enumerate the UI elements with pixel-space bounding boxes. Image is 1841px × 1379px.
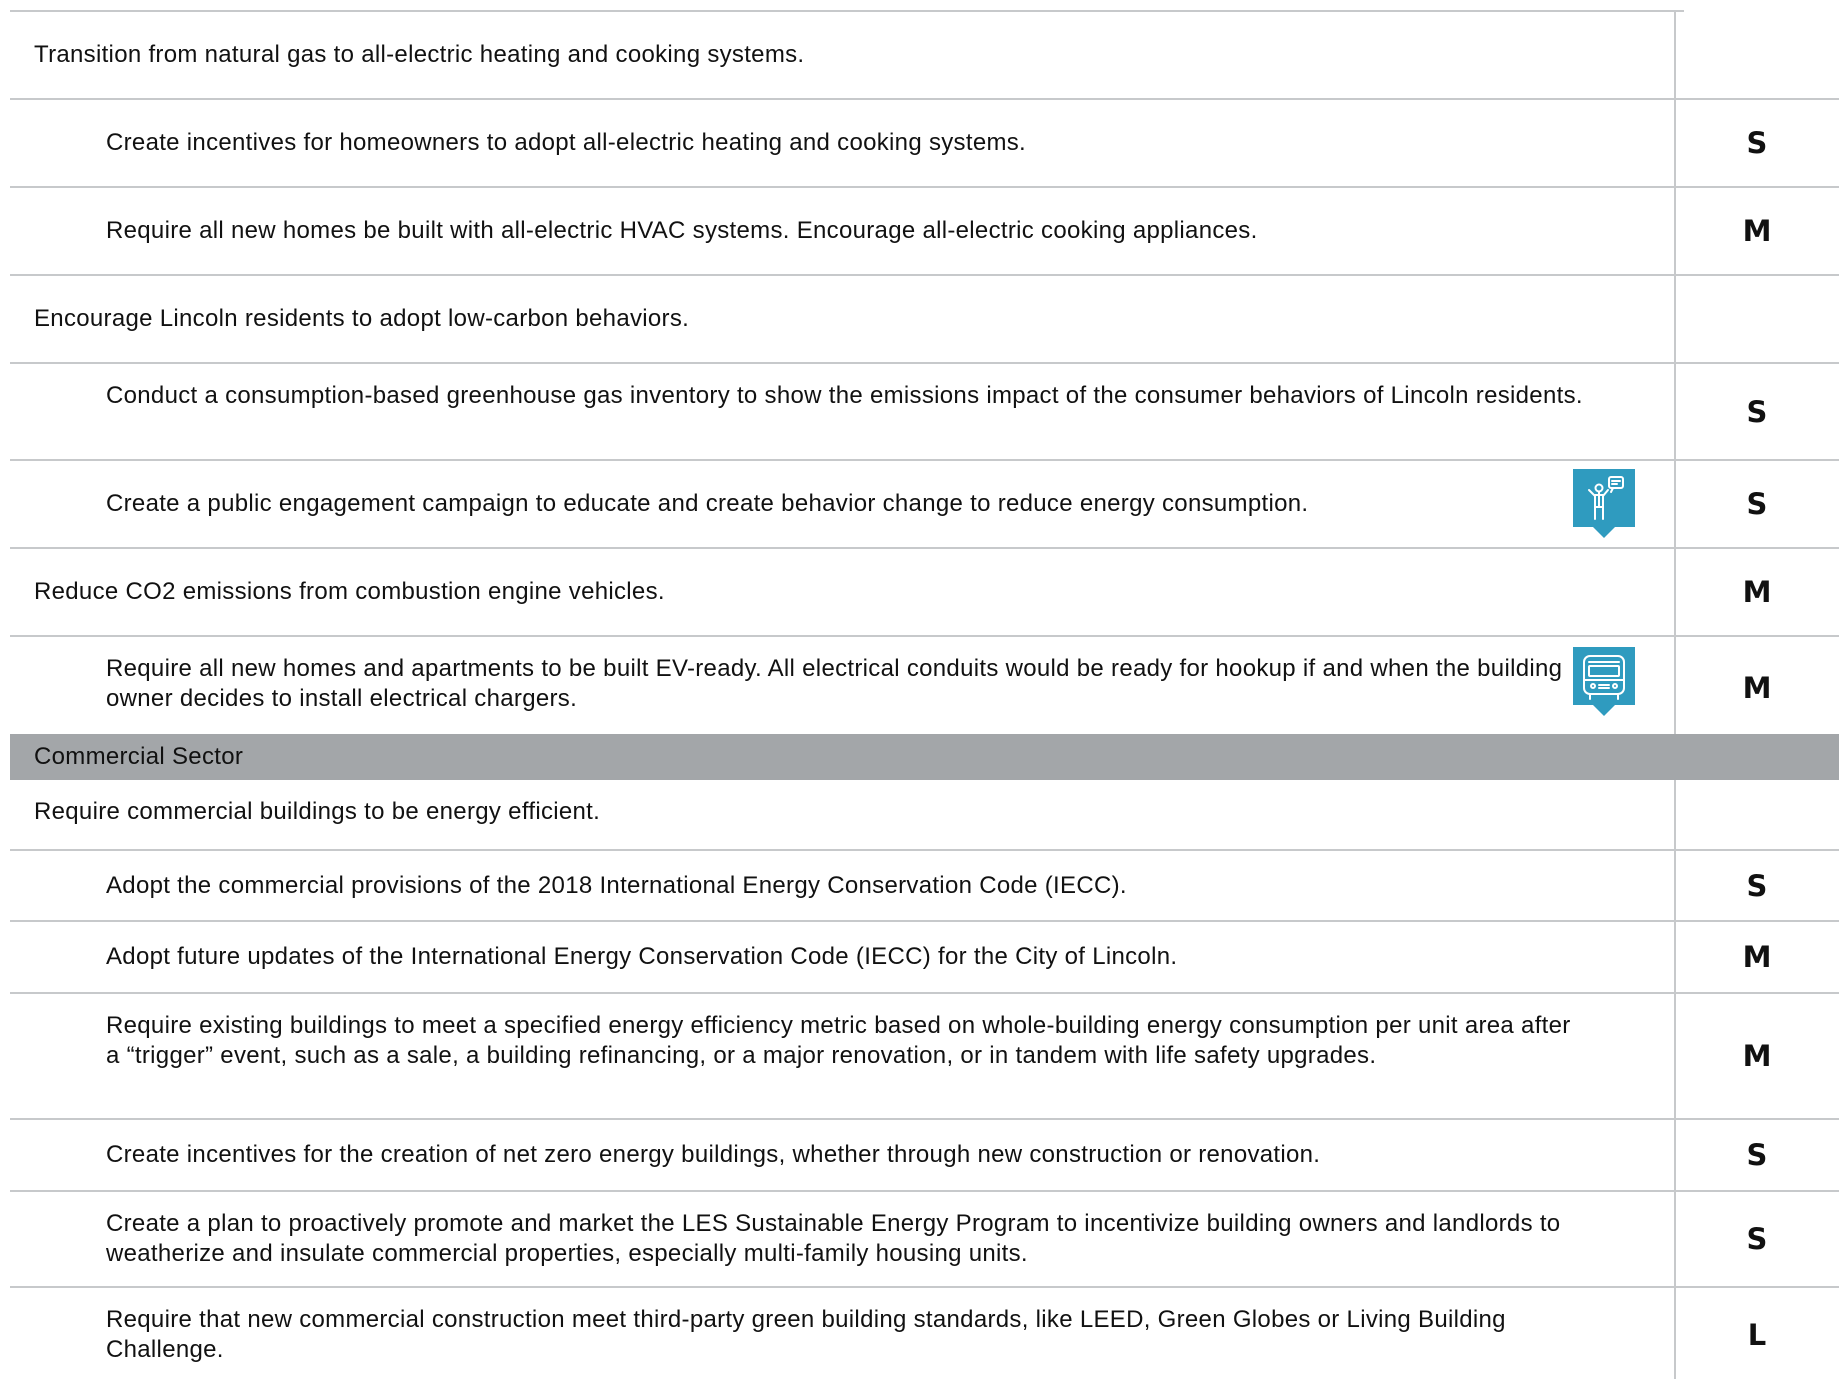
section-title: Commercial Sector	[34, 743, 244, 770]
action-text: Require all new homes and apartments to …	[106, 655, 1563, 712]
timeframe: S	[1746, 395, 1768, 429]
action-row: Conduct a consumption-based greenhouse g…	[10, 364, 1839, 461]
goal-text: Transition from natural gas to all-elect…	[34, 41, 805, 68]
column-divider	[1674, 780, 1676, 1379]
action-text: Create incentives for homeowners to adop…	[106, 129, 1027, 156]
action-text: Require all new homes be built with all-…	[106, 217, 1258, 244]
action-text: Adopt the commercial provisions of the 2…	[106, 872, 1127, 899]
goal-text: Reduce CO2 emissions from combustion eng…	[34, 578, 665, 605]
action-text: Adopt future updates of the Internationa…	[106, 943, 1178, 970]
timeframe: S	[1746, 126, 1768, 160]
action-row: Adopt the commercial provisions of the 2…	[10, 851, 1839, 922]
action-row: Create incentives for homeowners to adop…	[10, 100, 1839, 188]
goal-row: Require commercial buildings to be energ…	[10, 780, 1839, 851]
action-text: Conduct a consumption-based greenhouse g…	[106, 382, 1583, 409]
public-engagement-icon	[1573, 469, 1635, 538]
timeframe: M	[1742, 1039, 1772, 1073]
timeframe: S	[1746, 1138, 1768, 1172]
action-row: Adopt future updates of the Internationa…	[10, 922, 1839, 994]
action-text: Create a plan to proactively promote and…	[106, 1210, 1561, 1267]
goal-row: Encourage Lincoln residents to adopt low…	[10, 276, 1839, 364]
goal-row: Reduce CO2 emissions from combustion eng…	[10, 549, 1839, 637]
action-row: Create a plan to proactively promote and…	[10, 1192, 1839, 1288]
section-header: Commercial Sector	[10, 734, 1839, 780]
goal-text: Encourage Lincoln residents to adopt low…	[34, 305, 690, 332]
goal-text: Require commercial buildings to be energ…	[34, 798, 601, 825]
action-row: Require all new homes and apartments to …	[10, 637, 1839, 734]
action-text: Create incentives for the creation of ne…	[106, 1141, 1321, 1168]
action-row: Create a public engagement campaign to e…	[10, 461, 1839, 549]
column-divider	[1674, 10, 1676, 734]
action-row: Require that new commercial construction…	[10, 1288, 1839, 1379]
action-row: Require all new homes be built with all-…	[10, 188, 1839, 276]
action-row: Create incentives for the creation of ne…	[10, 1120, 1839, 1192]
timeframe: M	[1742, 575, 1772, 609]
timeframe: S	[1746, 487, 1768, 521]
bus-icon	[1573, 647, 1635, 716]
timeframe: M	[1742, 940, 1772, 974]
timeframe: S	[1746, 869, 1768, 903]
action-row: Require existing buildings to meet a spe…	[10, 994, 1839, 1120]
timeframe: L	[1747, 1318, 1767, 1352]
action-text: Require existing buildings to meet a spe…	[106, 1012, 1571, 1069]
timeframe: S	[1746, 1222, 1768, 1256]
timeframe: M	[1742, 671, 1772, 705]
action-text: Require that new commercial construction…	[106, 1306, 1506, 1363]
goal-row: Transition from natural gas to all-elect…	[10, 12, 1839, 100]
timeframe: M	[1742, 214, 1772, 248]
action-text: Create a public engagement campaign to e…	[106, 490, 1309, 517]
